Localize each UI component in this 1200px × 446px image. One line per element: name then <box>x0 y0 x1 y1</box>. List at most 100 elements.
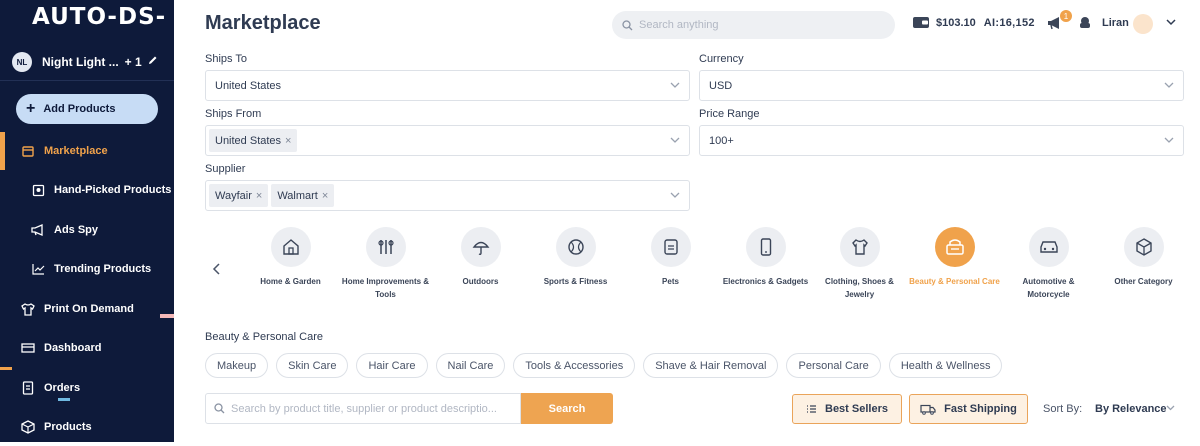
add-products-button[interactable]: + Add Products <box>16 94 158 124</box>
add-products-label: Add Products <box>43 103 116 115</box>
sidebar-item-marketplace[interactable]: Marketplace <box>0 132 174 170</box>
shirt-icon <box>20 301 36 317</box>
subcategory-chip[interactable]: Tools & Accessories <box>513 353 636 378</box>
subcategory-chip[interactable]: Skin Care <box>276 353 349 378</box>
search-button[interactable]: Search <box>521 393 613 424</box>
category-other[interactable]: Other Category <box>1096 227 1191 288</box>
ships-to-value: United States <box>215 79 282 92</box>
sidebar-item-label: Marketplace <box>44 145 108 157</box>
pencil-icon[interactable] <box>148 55 158 65</box>
chevron-down-icon[interactable] <box>1166 19 1176 26</box>
beauty-icon <box>934 227 975 267</box>
search-icon <box>214 403 225 414</box>
sidebar-decoration <box>58 398 70 401</box>
sidebar-decoration <box>0 367 12 370</box>
category-label: Home Improvements & Tools <box>341 277 430 299</box>
sidebar-item-trending[interactable]: Trending Products <box>0 250 174 288</box>
ships-from-label: Ships From <box>205 108 262 120</box>
sidebar-item-ads-spy[interactable]: Ads Spy <box>0 211 174 249</box>
page-title: Marketplace <box>205 12 321 34</box>
sidebar-decoration <box>160 314 174 318</box>
sidebar: AUTO-DS- NL Night Light ... + 1 + Add Pr… <box>0 0 174 442</box>
currency-value: USD <box>709 79 733 92</box>
sidebar-item-orders[interactable]: Orders <box>0 369 174 407</box>
category-electronics[interactable]: Electronics & Gadgets <box>718 227 813 288</box>
category-beauty[interactable]: Beauty & Personal Care <box>907 227 1002 288</box>
house-icon <box>270 227 311 267</box>
sidebar-item-label: Print On Demand <box>44 303 134 315</box>
chevron-left-icon[interactable] <box>212 262 222 276</box>
subcategory-chip[interactable]: Nail Care <box>435 353 506 378</box>
category-home-garden[interactable]: Home & Garden <box>243 227 338 288</box>
sidebar-divider <box>0 80 174 81</box>
supplier-select[interactable]: Wayfair × Walmart × <box>205 180 690 211</box>
store-switcher[interactable]: NL Night Light ... + 1 <box>12 52 162 72</box>
sidebar-item-dashboard[interactable]: Dashboard <box>0 329 174 367</box>
category-label: Beauty & Personal Care <box>909 277 1000 286</box>
pet-food-icon <box>650 227 691 267</box>
supplier-chip[interactable]: Wayfair × <box>209 184 269 207</box>
search-icon <box>622 19 633 30</box>
shirt-icon <box>839 227 880 267</box>
close-icon[interactable]: × <box>285 135 291 147</box>
close-icon[interactable]: × <box>322 190 328 202</box>
box-icon <box>20 419 36 435</box>
dashboard-icon <box>20 340 36 356</box>
category-home-improvements[interactable]: Home Improvements & Tools <box>338 227 433 301</box>
store-avatar: NL <box>12 52 32 72</box>
chip-label: United States <box>215 134 282 147</box>
category-sports-fitness[interactable]: Sports & Fitness <box>528 227 623 288</box>
store-name: Night Light ... <box>42 55 119 69</box>
list-icon <box>807 405 816 413</box>
sidebar-item-label: Ads Spy <box>54 224 99 236</box>
chevron-down-icon <box>670 82 680 88</box>
subcategory-chip[interactable]: Hair Care <box>356 353 428 378</box>
cloud-icon[interactable] <box>1078 16 1092 30</box>
category-label: Electronics & Gadgets <box>722 277 809 286</box>
ships-from-select[interactable]: United States × <box>205 125 690 156</box>
subcategory-chip[interactable]: Shave & Hair Removal <box>643 353 779 378</box>
ships-from-chip[interactable]: United States × <box>209 129 298 152</box>
sidebar-item-label: Products <box>44 421 92 433</box>
subcategory-title: Beauty & Personal Care <box>205 331 324 343</box>
category-clothing[interactable]: Clothing, Shoes & Jewelry <box>812 227 907 301</box>
category-pets[interactable]: Pets <box>623 227 718 288</box>
ships-to-select[interactable]: United States <box>205 70 690 101</box>
sidebar-item-hand-picked[interactable]: Hand-Picked Products <box>0 171 174 209</box>
user-name[interactable]: Liran <box>1102 17 1129 29</box>
sort-select[interactable]: By Relevance <box>1095 403 1167 415</box>
avatar[interactable] <box>1133 14 1153 34</box>
chevron-down-icon <box>1164 137 1174 143</box>
supplier-chip[interactable]: Walmart × <box>271 184 335 207</box>
sidebar-item-print-on-demand[interactable]: Print On Demand <box>0 290 174 328</box>
currency-select[interactable]: USD <box>699 70 1184 101</box>
tools-icon <box>365 227 406 267</box>
sidebar-item-products[interactable]: Products <box>0 408 174 446</box>
category-outdoors[interactable]: Outdoors <box>433 227 528 288</box>
global-search-input[interactable]: Search anything <box>612 11 895 39</box>
trending-icon <box>30 261 46 277</box>
balance-amount: $103.10 <box>936 16 976 29</box>
chevron-down-icon[interactable] <box>1166 405 1175 411</box>
fast-shipping-label: Fast Shipping <box>944 403 1017 415</box>
plus-icon: + <box>26 100 36 117</box>
megaphone-icon <box>30 222 46 238</box>
chevron-down-icon <box>670 137 680 143</box>
best-sellers-button[interactable]: Best Sellers <box>792 394 902 424</box>
currency-label: Currency <box>699 53 744 65</box>
umbrella-icon <box>460 227 501 267</box>
ships-to-label: Ships To <box>205 53 247 65</box>
price-range-select[interactable]: 100+ <box>699 125 1184 156</box>
close-icon[interactable]: × <box>256 190 262 202</box>
subcategory-chip[interactable]: Health & Wellness <box>888 353 1003 378</box>
subcategory-chip[interactable]: Makeup <box>205 353 269 378</box>
orders-icon <box>20 380 36 396</box>
balance-widget[interactable]: $103.10 AI:16,152 <box>912 16 1035 29</box>
category-automotive[interactable]: Automotive & Motorcycle <box>1001 227 1096 301</box>
subcategory-chip[interactable]: Personal Care <box>786 353 881 378</box>
fast-shipping-button[interactable]: Fast Shipping <box>909 394 1028 424</box>
hand-picked-icon <box>30 182 46 198</box>
product-search-input[interactable]: Search by product title, supplier or pro… <box>205 393 521 424</box>
car-icon <box>1028 227 1069 267</box>
app-logo[interactable]: AUTO-DS- <box>32 4 166 30</box>
